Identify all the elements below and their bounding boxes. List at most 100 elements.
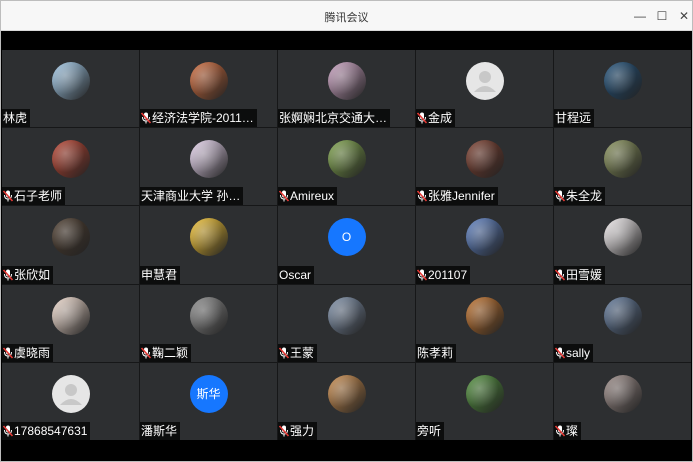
participant-tile[interactable]: 17868547631 <box>2 362 139 440</box>
top-toolbar-area <box>1 31 692 50</box>
participant-name-bar: 璨 <box>554 421 582 440</box>
participant-tile[interactable]: 陈孝莉 <box>416 284 553 362</box>
participant-tile[interactable]: 璨 <box>554 362 691 440</box>
participant-tile[interactable]: sally <box>554 284 691 362</box>
participant-name-bar: 旁听 <box>416 421 445 440</box>
participant-name: 张雅Jennifer <box>428 189 495 204</box>
photo-blue-image <box>603 62 642 100</box>
participant-tile[interactable]: 金成 <box>416 50 553 128</box>
participant-tile[interactable]: 鞠二颖 <box>140 284 277 362</box>
photo-anime-image <box>189 140 228 179</box>
avatar-initials: 斯华 <box>196 386 221 401</box>
participant-name: 张欣如 <box>14 267 51 282</box>
close-button[interactable]: ✕ <box>673 6 693 26</box>
participant-tile[interactable]: 经济法学院-2011… <box>140 50 277 128</box>
mic-muted-icon <box>141 347 151 359</box>
window-title: 腾讯会议 <box>324 12 369 24</box>
photo-doll-image <box>51 296 90 335</box>
participant-name-bar: 强力 <box>278 421 318 440</box>
mic-muted-icon <box>3 425 13 437</box>
maximize-button[interactable]: ☐ <box>651 6 673 26</box>
mic-muted-icon <box>555 269 565 281</box>
participant-tile[interactable]: 朱全龙 <box>554 128 691 206</box>
participant-name-bar: 金成 <box>416 109 456 128</box>
participant-name-bar: 经济法学院-2011… <box>140 109 257 128</box>
participant-tile[interactable]: O Oscar <box>278 206 415 284</box>
participant-tile[interactable]: 石子老师 <box>2 128 139 206</box>
participant-tile[interactable]: 申慧君 <box>140 206 277 284</box>
default-person-icon <box>59 383 82 405</box>
participant-name: 朱全龙 <box>566 189 603 204</box>
participant-name: 潘斯华 <box>141 423 178 438</box>
participant-tile[interactable]: 林虎 <box>2 50 139 128</box>
mic-muted-icon <box>141 112 151 124</box>
participant-name-bar: 陈孝莉 <box>416 343 457 362</box>
participant-name: 17868547631 <box>14 423 88 438</box>
photo-tree-image <box>465 218 504 257</box>
participant-name: sally <box>566 345 591 360</box>
photo-plant-image <box>465 374 504 413</box>
mic-muted-icon <box>417 190 427 202</box>
participant-tile[interactable]: 虞晓雨 <box>2 284 139 362</box>
participant-name: 经济法学院-2011… <box>152 111 254 126</box>
participant-name-bar: 石子老师 <box>2 187 66 206</box>
avatar: O <box>327 218 366 257</box>
photo-girl-image <box>51 218 90 257</box>
photo-horse-image <box>603 140 642 179</box>
participant-tile[interactable]: 201107 <box>416 206 553 284</box>
participant-name-bar: 田雪媛 <box>554 265 606 284</box>
participant-name-bar: 鞠二颖 <box>140 343 192 362</box>
participant-tile[interactable]: 斯华潘斯华 <box>140 362 277 440</box>
participant-name-bar: 张雅Jennifer <box>416 187 498 206</box>
mic-muted-icon <box>279 190 289 202</box>
mic-muted-icon <box>417 269 427 281</box>
participant-name-bar: 潘斯华 <box>140 421 181 440</box>
photo-sparkle-image <box>603 296 642 335</box>
participant-tile[interactable]: Amireux <box>278 128 415 206</box>
participant-name: 旁听 <box>417 423 442 438</box>
participant-grid: 林虎 经济法学院-2011… 张婀娴北京交通大… 金成 甘程远石子老师 天津商业大学 孙…… <box>2 50 691 440</box>
photo-art-image <box>465 296 504 335</box>
participant-name-bar: 朱全龙 <box>554 187 606 206</box>
participant-name: 鞠二颖 <box>152 345 189 360</box>
participant-tile[interactable]: 旁听 <box>416 362 553 440</box>
participant-name-bar: 虞晓雨 <box>2 343 54 362</box>
participant-name-bar: 天津商业大学 孙… <box>140 187 244 206</box>
participant-name: 201107 <box>428 267 468 282</box>
participant-tile[interactable]: 张欣如 <box>2 206 139 284</box>
participant-tile[interactable]: 张婀娴北京交通大… <box>278 50 415 128</box>
participant-tile[interactable]: 张雅Jennifer <box>416 128 553 206</box>
participant-tile[interactable]: 甘程远 <box>554 50 691 128</box>
participant-name-bar: 17868547631 <box>2 421 91 440</box>
participant-tile[interactable]: 田雪媛 <box>554 206 691 284</box>
participant-tile[interactable]: 强力 <box>278 362 415 440</box>
photo-sea-image <box>327 296 366 335</box>
mic-muted-icon <box>3 190 13 202</box>
participant-tile[interactable]: 王蒙 <box>278 284 415 362</box>
participant-name: 王蒙 <box>290 345 315 360</box>
photo-kitten-image <box>603 374 642 413</box>
participant-name: Oscar <box>279 267 312 282</box>
mic-muted-icon <box>279 425 289 437</box>
minimize-button[interactable]: — <box>629 6 651 26</box>
participant-name-bar: 201107 <box>416 265 471 284</box>
participant-name: 林虎 <box>3 111 28 126</box>
mic-muted-icon <box>417 112 427 124</box>
participant-name: 陈孝莉 <box>417 345 454 360</box>
photo-cat-image <box>189 296 228 335</box>
participant-name: 强力 <box>290 423 315 438</box>
photo-sticker-image <box>603 218 642 257</box>
participant-name-bar: 申慧君 <box>140 265 181 284</box>
photo-group-image <box>51 140 90 179</box>
avatar-initials: O <box>341 230 352 245</box>
participant-name: 璨 <box>566 423 579 438</box>
participant-name: 张婀娴北京交通大… <box>279 111 388 126</box>
mic-muted-icon <box>3 269 13 281</box>
participant-name-bar: sally <box>554 343 594 362</box>
mic-muted-icon <box>555 425 565 437</box>
participant-name: 甘程远 <box>555 111 592 126</box>
participant-name-bar: 王蒙 <box>278 343 318 362</box>
participant-name: 虞晓雨 <box>14 345 51 360</box>
participant-tile[interactable]: 天津商业大学 孙… <box>140 128 277 206</box>
mic-muted-icon <box>3 347 13 359</box>
